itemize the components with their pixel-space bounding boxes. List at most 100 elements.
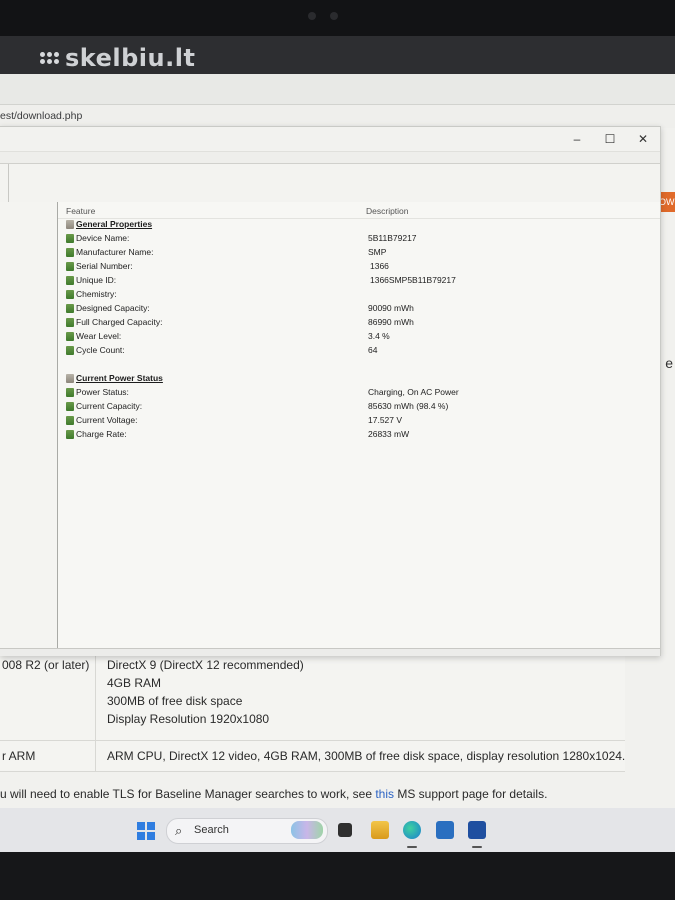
feature-label: Unique ID: [76,275,117,285]
tls-note-text: u will need to enable TLS for Baseline M… [0,787,376,801]
list-item[interactable]: Full Charged Capacity: 86990 mWh [58,316,658,329]
requirement-line: 4GB RAM [107,676,162,690]
requirement-line: DirectX 9 (DirectX 12 recommended) [107,658,304,672]
group-header-power-status[interactable]: Current Power Status [58,372,658,385]
feature-value: SMP [368,247,387,257]
battery-icon [66,332,74,341]
download-tab[interactable]: OW [659,192,675,212]
windows-start-icon[interactable] [137,822,155,840]
feature-label: Cycle Count: [76,345,125,355]
feature-label: Charge Rate: [76,429,127,439]
feature-value: 1366 [370,261,389,271]
battery-icon [66,402,74,411]
feature-value: 86990 mWh [368,317,414,327]
list-item[interactable]: Manufacturer Name: SMP [58,246,658,259]
group-title: Current Power Status [76,373,163,383]
app-icon[interactable] [468,821,486,839]
feature-value: 64 [368,345,378,355]
close-button[interactable]: ✕ [628,130,658,148]
battery-icon [66,290,74,299]
window-bottom-edge [0,648,660,656]
requirement-line: ARM CPU, DirectX 12 video, 4GB RAM, 300M… [107,749,626,763]
feature-value: 26833 mW [368,429,410,439]
battery-icon [66,346,74,355]
list-item[interactable]: Unique ID: 1366SMP5B11B79217 [58,274,658,287]
site-banner: skelbiu.lt [0,36,675,74]
group-header-general[interactable]: General Properties [58,218,658,231]
support-page-link[interactable]: this [375,787,394,801]
group-icon [66,374,74,383]
list-item[interactable]: Chemistry: [58,288,658,301]
tls-note-text-end: MS support page for details. [394,787,548,801]
search-highlight-icon [291,821,323,839]
site-logo[interactable]: skelbiu.lt [40,44,195,72]
logo-dots-icon [40,52,59,64]
feature-value: 1366SMP5B11B79217 [370,275,456,285]
battery-icon [66,248,74,257]
battery-properties-list: Feature Description General Properties D… [58,202,660,648]
active-app-indicator [407,846,417,848]
minimize-button[interactable]: – [562,130,592,148]
camera-dot [308,12,316,20]
list-item[interactable]: Current Capacity: 85630 mWh (98.4 %) [58,400,658,413]
battery-icon [66,416,74,425]
battery-icon [66,234,74,243]
file-explorer-icon[interactable] [371,821,389,839]
device-bezel-bottom [0,852,675,900]
list-item[interactable]: Power Status: Charging, On AC Power [58,386,658,399]
window-toolbar [0,163,660,203]
feature-value: 3.4 % [368,331,390,341]
list-item[interactable]: Charge Rate: 26833 mW [58,428,658,441]
feature-label: Serial Number: [76,261,133,271]
list-item[interactable]: Designed Capacity: 90090 mWh [58,302,658,315]
search-icon: ⌕ [175,823,183,838]
column-header-feature[interactable]: Feature [66,206,95,216]
feature-label: Designed Capacity: [76,303,150,313]
feature-value: 85630 mWh (98.4 %) [368,401,449,411]
feature-label: Current Voltage: [76,415,138,425]
search-label: Search [194,824,229,836]
maximize-button[interactable]: ☐ [595,130,625,148]
requirement-line: 300MB of free disk space [107,694,243,708]
feature-label: Device Name: [76,233,130,243]
battery-icon [66,262,74,271]
feature-label: Manufacturer Name: [76,247,154,257]
battery-icon [66,430,74,439]
feature-value: 90090 mWh [368,303,414,313]
table-row: r ARM ARM CPU, DirectX 12 video, 4GB RAM… [0,741,625,772]
feature-label: Wear Level: [76,331,122,341]
tls-note: u will need to enable TLS for Baseline M… [0,787,547,801]
feature-value: 5B11B79217 [368,233,417,243]
requirements-os-label: 008 R2 (or later) [2,658,90,672]
column-header-description[interactable]: Description [366,206,409,216]
taskbar-search[interactable]: ⌕ Search [166,818,328,844]
address-url[interactable]: est/download.php [0,110,82,122]
feature-label: Full Charged Capacity: [76,317,163,327]
table-row: 008 R2 (or later) DirectX 9 (DirectX 12 … [0,655,625,741]
requirements-os-label: r ARM [2,749,36,763]
list-item[interactable]: Serial Number: 1366 [58,260,658,273]
task-view-icon[interactable] [338,823,352,837]
page-edge-letter: e [665,355,673,371]
requirement-line: Display Resolution 1920x1080 [107,712,270,726]
list-item[interactable]: Cycle Count: 64 [58,344,658,357]
camera-dot [330,12,338,20]
store-icon[interactable] [436,821,454,839]
device-bezel [0,0,675,36]
feature-label: Chemistry: [76,289,117,299]
battery-icon [66,388,74,397]
list-item[interactable]: Device Name: 5B11B79217 [58,232,658,245]
feature-value: Charging, On AC Power [368,387,459,397]
battery-icon [66,304,74,313]
feature-value: 17.527 V [368,415,403,425]
window-titlebar[interactable]: – ☐ ✕ [0,127,660,151]
download-tab-label: OW [659,197,675,207]
edge-icon[interactable] [403,821,421,839]
toolbar-divider [8,164,9,202]
list-item[interactable]: Current Voltage: 17.527 V [58,414,658,427]
browser-tab-strip [0,74,675,104]
requirements-os-cell: 008 R2 (or later) [0,655,96,740]
requirements-os-cell: r ARM [0,741,96,771]
list-item[interactable]: Wear Level: 3.4 % [58,330,658,343]
left-pane [0,202,58,648]
